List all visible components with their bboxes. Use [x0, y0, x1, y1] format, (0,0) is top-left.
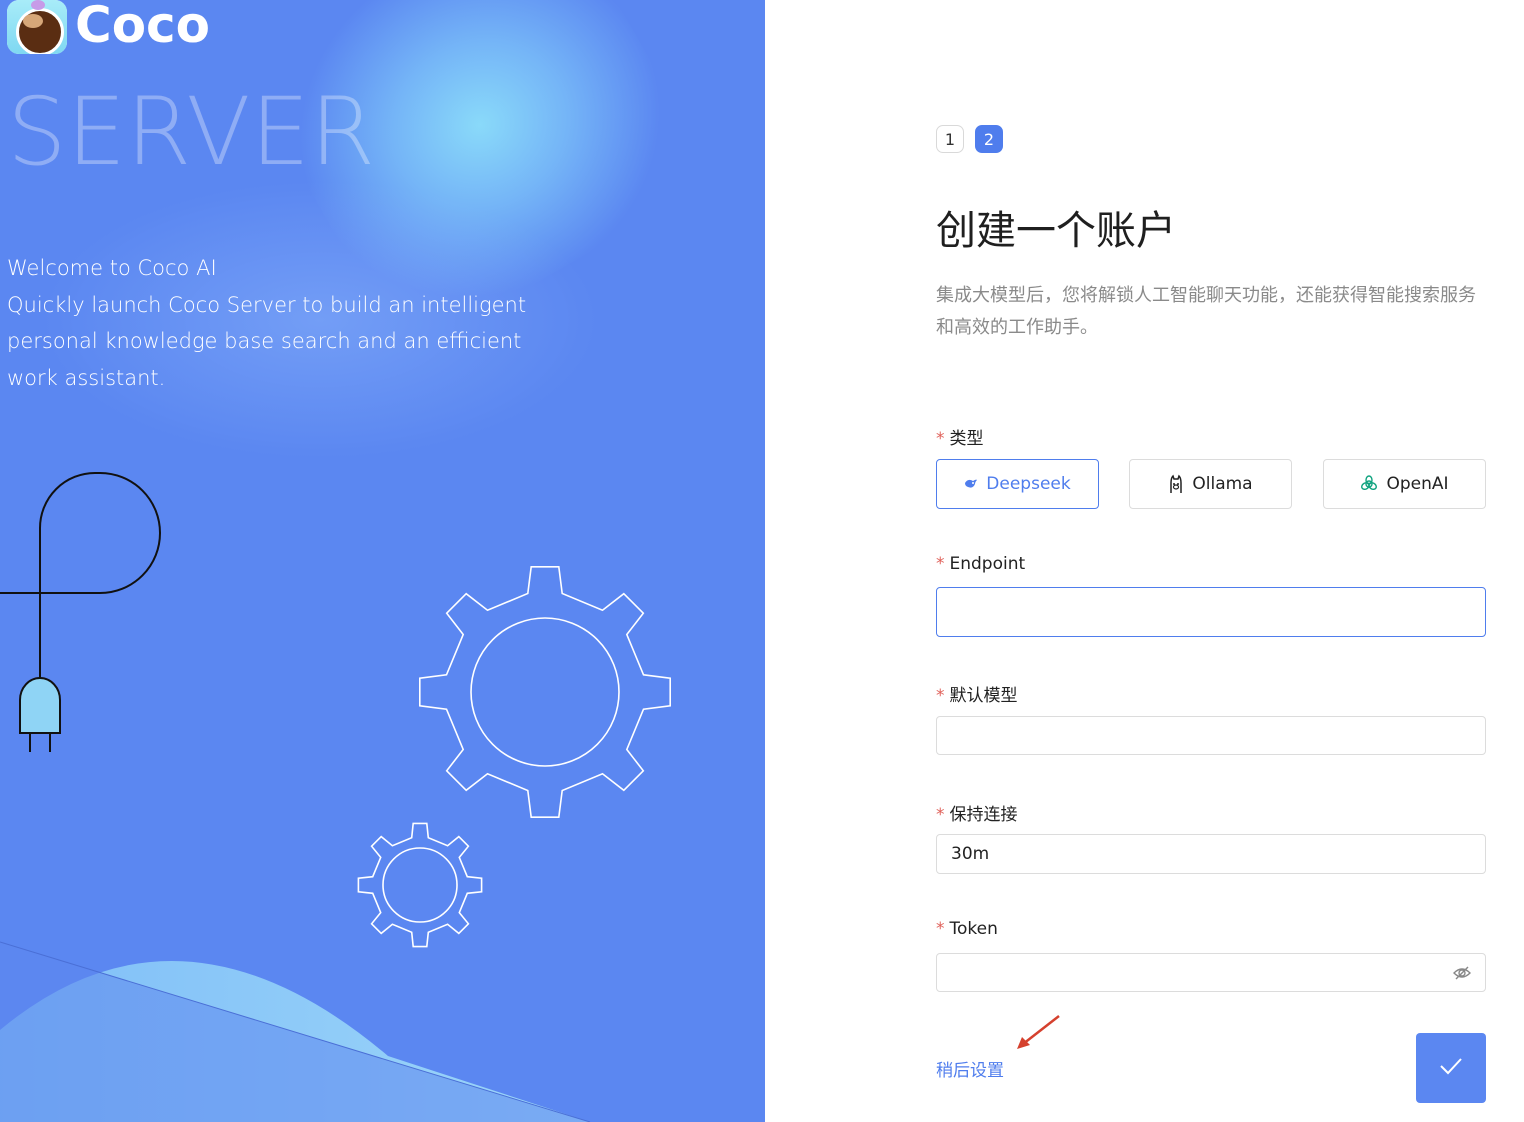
token-input[interactable] — [936, 953, 1486, 992]
token-label-text: Token — [949, 919, 998, 939]
endpoint-input[interactable] — [936, 587, 1486, 637]
check-icon — [1439, 1057, 1463, 1079]
type-option-label: Deepseek — [986, 474, 1071, 494]
model-label-text: 默认模型 — [949, 686, 1018, 706]
token-label: * Token — [936, 919, 998, 939]
eye-off-icon[interactable] — [1453, 964, 1471, 987]
endpoint-label-text: Endpoint — [949, 554, 1026, 574]
keepalive-value: 30m — [951, 844, 990, 864]
openai-icon — [1360, 475, 1378, 493]
hero-panel: Coco SERVER Welcome to Coco AI Quickly l… — [0, 0, 765, 1122]
ollama-icon — [1168, 474, 1184, 494]
plug-icon — [0, 472, 161, 752]
required-mark: * — [936, 686, 945, 706]
type-label-text: 类型 — [949, 429, 984, 449]
required-mark: * — [936, 554, 945, 574]
keepalive-label: * 保持连接 — [936, 800, 1018, 825]
required-mark: * — [936, 919, 945, 939]
large-gear-icon — [419, 566, 671, 818]
type-option-openai[interactable]: OpenAI — [1323, 459, 1486, 509]
setup-form-panel: 1 2 创建一个账户 集成大模型后，您将解锁人工智能聊天功能，还能获得智能搜索服… — [765, 0, 1524, 1122]
deepseek-icon — [964, 478, 978, 490]
endpoint-label: * Endpoint — [936, 554, 1025, 574]
small-gear-icon — [357, 822, 483, 948]
page-title: 创建一个账户 — [936, 208, 1176, 254]
required-mark: * — [936, 805, 945, 825]
keepalive-input[interactable]: 30m — [936, 834, 1486, 874]
confirm-button[interactable] — [1416, 1033, 1486, 1103]
required-mark: * — [936, 429, 945, 449]
model-label: * 默认模型 — [936, 681, 1018, 706]
annotation-arrow-icon — [1017, 1015, 1060, 1049]
default-model-input[interactable] — [936, 716, 1486, 755]
type-option-ollama[interactable]: Ollama — [1129, 459, 1292, 509]
step-indicator-1[interactable]: 1 — [936, 125, 964, 153]
type-label: * 类型 — [936, 424, 984, 449]
keepalive-label-text: 保持连接 — [949, 805, 1018, 825]
step-indicator-2[interactable]: 2 — [975, 125, 1003, 153]
page-description: 集成大模型后，您将解锁人工智能聊天功能，还能获得智能搜索服务和高效的工作助手。 — [936, 285, 1476, 338]
type-option-label: Ollama — [1192, 474, 1253, 494]
type-option-label: OpenAI — [1386, 474, 1449, 494]
hero-illustration — [0, 472, 671, 1122]
type-option-deepseek[interactable]: Deepseek — [936, 459, 1099, 509]
setup-later-link[interactable]: 稍后设置 — [936, 1056, 1004, 1081]
